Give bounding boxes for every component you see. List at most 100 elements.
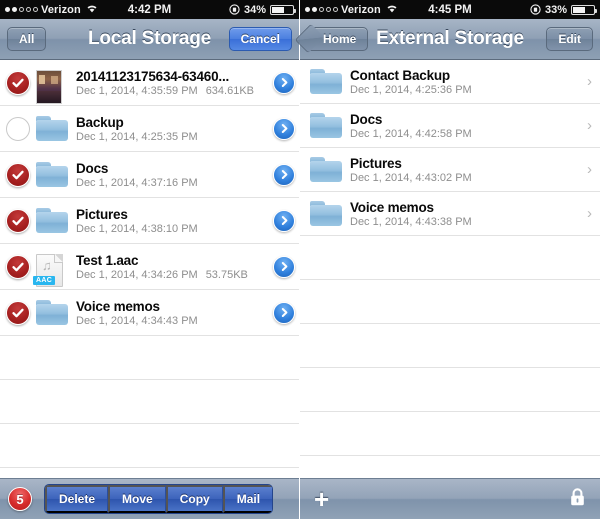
table-row[interactable]: Contact Backup Dec 1, 2014, 4:25:36 PM › [300, 60, 600, 104]
navigation-bar-left: All Local Storage Cancel [0, 19, 299, 60]
plus-icon[interactable]: + [308, 486, 335, 512]
detail-disclosure-icon[interactable] [273, 255, 295, 278]
file-type-badge: AAC [33, 275, 56, 285]
lock-icon[interactable] [569, 487, 592, 512]
empty-row [300, 412, 600, 456]
folder-icon [310, 156, 342, 183]
row-text-group: Contact Backup Dec 1, 2014, 4:25:36 PM [350, 68, 576, 96]
status-bar-left-group: Verizon [5, 4, 98, 16]
file-name: Pictures [350, 155, 402, 171]
table-row[interactable]: Voice memos Dec 1, 2014, 4:43:38 PM › [300, 192, 600, 236]
file-meta: Dec 1, 2014, 4:37:16 PM [76, 177, 269, 189]
wifi-icon [386, 4, 398, 16]
row-text-group: Backup Dec 1, 2014, 4:25:35 PM [76, 115, 269, 143]
cancel-button[interactable]: Cancel [228, 27, 292, 51]
empty-row [300, 280, 600, 324]
copy-button[interactable]: Copy [165, 485, 223, 513]
status-bar-right-group: 34% [229, 4, 296, 16]
file-name: 20141123175634-63460... [76, 68, 230, 84]
back-button-home[interactable]: Home [307, 27, 369, 51]
file-date: Dec 1, 2014, 4:42:58 PM [350, 127, 472, 140]
file-date: Dec 1, 2014, 4:34:43 PM [76, 314, 198, 327]
file-meta: Dec 1, 2014, 4:42:58 PM [350, 128, 576, 140]
checkmark-unselected-icon[interactable] [6, 116, 30, 141]
table-row[interactable]: Backup Dec 1, 2014, 4:25:35 PM [0, 106, 299, 152]
file-name: Backup [76, 114, 124, 130]
file-name: Voice memos [350, 199, 434, 215]
status-bar-left: Verizon 4:42 PM 34% [0, 0, 299, 19]
delete-button[interactable]: Delete [45, 485, 109, 513]
checkmark-selected-icon[interactable] [6, 254, 30, 279]
external-toolbar: + [300, 478, 600, 519]
file-date: Dec 1, 2014, 4:43:38 PM [350, 215, 472, 228]
folder-icon [36, 299, 68, 326]
table-row[interactable]: ♫ AAC Test 1.aac Dec 1, 2014, 4:34:26 PM… [0, 244, 299, 290]
signal-strength-icon [5, 7, 38, 12]
folder-icon [310, 68, 342, 95]
external-file-list[interactable]: Contact Backup Dec 1, 2014, 4:25:36 PM ›… [300, 60, 600, 478]
detail-disclosure-icon[interactable] [273, 163, 295, 186]
empty-row [0, 424, 299, 468]
file-name: Contact Backup [350, 67, 450, 83]
file-name: Test 1.aac [76, 252, 139, 268]
chevron-right-icon[interactable]: › [580, 74, 592, 89]
row-text-group: 20141123175634-63460... Dec 1, 2014, 4:3… [76, 69, 269, 97]
file-meta: Dec 1, 2014, 4:38:10 PM [76, 223, 269, 235]
checkmark-selected-icon[interactable] [6, 162, 30, 187]
chevron-right-icon[interactable]: › [580, 162, 592, 177]
carrier-label: Verizon [341, 3, 381, 16]
file-name: Docs [76, 160, 109, 176]
battery-icon [270, 4, 296, 15]
table-row[interactable]: Docs Dec 1, 2014, 4:37:16 PM [0, 152, 299, 198]
photo-thumbnail [36, 69, 68, 104]
move-button[interactable]: Move [108, 485, 166, 513]
file-date: Dec 1, 2014, 4:38:10 PM [76, 222, 198, 235]
row-text-group: Voice memos Dec 1, 2014, 4:34:43 PM [76, 299, 269, 327]
checkmark-selected-icon[interactable] [6, 70, 30, 95]
file-meta: Dec 1, 2014, 4:34:26 PM 53.75KB [76, 269, 269, 281]
signal-strength-icon [305, 7, 338, 12]
battery-percent-label: 33% [544, 3, 567, 16]
rotation-lock-icon [530, 4, 541, 15]
music-note-icon: ♫ [42, 257, 52, 273]
empty-row [300, 324, 600, 368]
status-bar-left-group: Verizon [305, 4, 398, 16]
table-row[interactable]: 20141123175634-63460... Dec 1, 2014, 4:3… [0, 60, 299, 106]
file-size: 634.61KB [205, 84, 255, 97]
selection-toolbar: 5 Delete Move Copy Mail [0, 478, 299, 519]
file-date: Dec 1, 2014, 4:37:16 PM [76, 176, 198, 189]
row-text-group: Test 1.aac Dec 1, 2014, 4:34:26 PM 53.75… [76, 253, 269, 281]
local-file-list[interactable]: 20141123175634-63460... Dec 1, 2014, 4:3… [0, 60, 299, 478]
status-bar-right: Verizon 4:45 PM 33% [300, 0, 600, 19]
detail-disclosure-icon[interactable] [273, 301, 295, 324]
detail-disclosure-icon[interactable] [273, 71, 295, 94]
two-phone-screenshot: Verizon 4:42 PM 34% All Local Storage Ca… [0, 0, 600, 519]
file-date: Dec 1, 2014, 4:43:02 PM [350, 171, 472, 184]
file-meta: Dec 1, 2014, 4:43:38 PM [350, 216, 576, 228]
folder-icon [310, 112, 342, 139]
file-date: Dec 1, 2014, 4:34:26 PM [76, 268, 198, 281]
chevron-right-icon[interactable]: › [580, 206, 592, 221]
action-segmented-control[interactable]: Delete Move Copy Mail [44, 484, 274, 514]
table-row[interactable]: Docs Dec 1, 2014, 4:42:58 PM › [300, 104, 600, 148]
empty-row [300, 368, 600, 412]
table-row[interactable]: Pictures Dec 1, 2014, 4:43:02 PM › [300, 148, 600, 192]
rotation-lock-icon [229, 4, 240, 15]
file-date: Dec 1, 2014, 4:25:36 PM [350, 83, 472, 96]
navigation-bar-right: Home External Storage Edit [300, 19, 600, 60]
file-date: Dec 1, 2014, 4:35:59 PM [76, 84, 198, 97]
mail-button[interactable]: Mail [222, 485, 273, 513]
table-row[interactable]: Pictures Dec 1, 2014, 4:38:10 PM [0, 198, 299, 244]
row-text-group: Docs Dec 1, 2014, 4:42:58 PM [350, 112, 576, 140]
table-row[interactable]: Voice memos Dec 1, 2014, 4:34:43 PM [0, 290, 299, 336]
checkmark-selected-icon[interactable] [6, 300, 30, 325]
detail-disclosure-icon[interactable] [273, 209, 295, 232]
file-name: Voice memos [76, 298, 160, 314]
chevron-right-icon[interactable]: › [580, 118, 592, 133]
file-meta: Dec 1, 2014, 4:25:35 PM [76, 131, 269, 143]
detail-disclosure-icon[interactable] [273, 117, 295, 140]
edit-button[interactable]: Edit [546, 27, 593, 51]
empty-row [300, 236, 600, 280]
select-all-button[interactable]: All [7, 27, 47, 51]
checkmark-selected-icon[interactable] [6, 208, 30, 233]
